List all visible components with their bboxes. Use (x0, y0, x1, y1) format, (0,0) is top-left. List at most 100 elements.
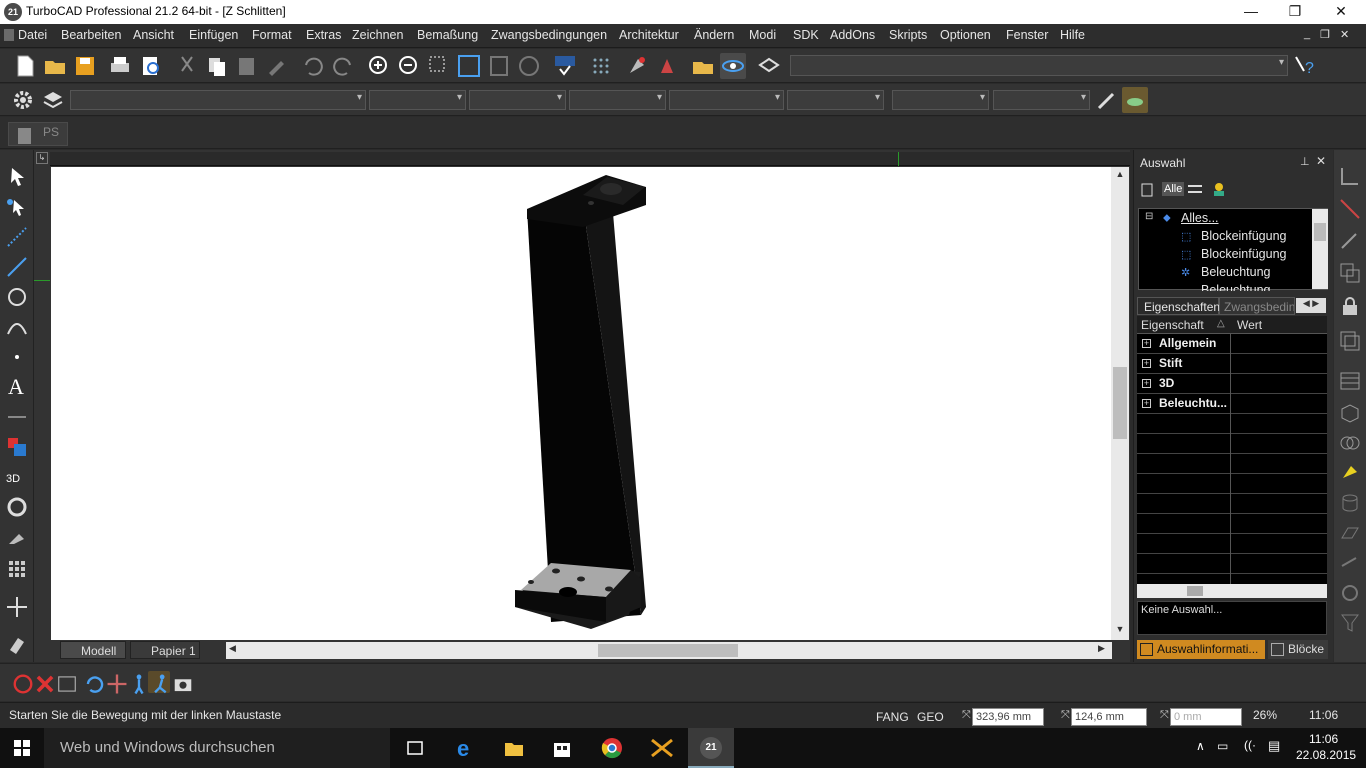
z-coordinate-field[interactable]: 0 mm (1170, 708, 1242, 726)
edge-browser-icon[interactable]: e (455, 736, 477, 761)
cancel-selection-icon[interactable] (10, 671, 33, 694)
paste-icon[interactable] (234, 53, 260, 79)
x-coordinate-field[interactable]: 323,96 mm (972, 708, 1044, 726)
notification-icon[interactable]: ▤ (1268, 738, 1280, 754)
panel-close-icon[interactable]: ✕ (1316, 154, 1326, 168)
command-combo[interactable] (790, 55, 1288, 76)
horizontal-scrollbar[interactable]: ◀ ▶ (226, 642, 1112, 659)
windows-start-icon[interactable] (14, 740, 30, 756)
modify-icon[interactable] (4, 526, 30, 552)
network-icon[interactable]: ((· (1244, 738, 1256, 752)
material-icon[interactable] (654, 53, 680, 79)
menu-zwangsbedingungen[interactable]: Zwangsbedingungen (491, 28, 607, 42)
property-hscroll[interactable] (1137, 584, 1327, 598)
y-coordinate-field[interactable]: 124,6 mm (1071, 708, 1147, 726)
print-icon[interactable] (107, 53, 133, 79)
zoom-window-icon[interactable] (426, 53, 452, 79)
diagonal-tool-icon[interactable] (1337, 196, 1363, 222)
zoom-level[interactable]: 26% (1253, 708, 1277, 722)
pattern-icon[interactable] (4, 556, 30, 582)
save-icon[interactable] (72, 53, 98, 79)
tray-device-icon[interactable]: ▭ (1217, 739, 1228, 753)
property-hscroll-thumb[interactable] (1187, 586, 1203, 596)
menu-bearbeiten[interactable]: Bearbeiten (61, 28, 121, 42)
vertical-scrollbar[interactable]: ▲ ▼ (1111, 167, 1129, 640)
menu-bemassung[interactable]: Bemaßung (417, 28, 478, 42)
color-combo[interactable] (369, 90, 466, 110)
tree-scroll-thumb[interactable] (1314, 223, 1326, 241)
menu-architektur[interactable]: Architektur (619, 28, 679, 42)
tab-selection-info[interactable]: Auswahlinformati... (1137, 640, 1265, 659)
menu-fenster[interactable]: Fenster (1006, 28, 1048, 42)
funnel-icon[interactable] (1337, 610, 1363, 636)
zoom-out-icon[interactable] (396, 53, 422, 79)
tree-item-all[interactable]: Alles... (1181, 211, 1219, 225)
dimension-icon[interactable] (4, 404, 30, 430)
link-icon[interactable] (1337, 550, 1363, 576)
spell-check-icon[interactable] (552, 53, 578, 79)
doc-close-button[interactable]: ✕ (1340, 28, 1349, 41)
collapse-icon[interactable]: ⊟ (1145, 211, 1153, 222)
group-3d[interactable]: +3D (1137, 374, 1327, 394)
zoom-all-icon[interactable] (516, 53, 542, 79)
help-icon[interactable]: ? (1292, 53, 1318, 79)
selection-info-icon[interactable] (1140, 180, 1158, 198)
menu-einfuegen[interactable]: Einfügen (189, 28, 238, 42)
edit-tool-icon[interactable] (4, 194, 30, 220)
lock-icon[interactable] (1337, 294, 1363, 320)
text-icon[interactable]: A (4, 372, 30, 399)
ruler-corner-icon[interactable]: ↳ (36, 152, 48, 164)
print-preview-icon[interactable] (138, 53, 164, 79)
fill-combo[interactable] (892, 90, 989, 110)
expand-icon[interactable]: + (1142, 379, 1151, 388)
layer-color-icon[interactable] (4, 434, 30, 460)
expand-icon[interactable]: + (1142, 359, 1151, 368)
line-icon[interactable] (4, 254, 30, 280)
vertical-scroll-thumb[interactable] (1113, 367, 1127, 439)
transparency-combo[interactable] (993, 90, 1090, 110)
scroll-up-icon[interactable]: ▲ (1112, 169, 1128, 183)
camera-icon[interactable] (170, 671, 192, 693)
menu-addons[interactable]: AddOns (830, 28, 875, 42)
group-stift[interactable]: + Stift (1137, 354, 1327, 374)
material-cup-icon[interactable] (1122, 87, 1148, 113)
linestyle-combo[interactable] (469, 90, 566, 110)
tray-chevron-icon[interactable]: ∧ (1196, 739, 1205, 753)
snap-tool-icon[interactable] (1337, 164, 1363, 190)
select-arrow-icon[interactable] (4, 164, 30, 190)
tree-item[interactable]: Beleuchtung (1201, 265, 1271, 279)
tab-scroll-arrows[interactable]: ◀ ▶ (1296, 298, 1326, 313)
zoom-extents-icon[interactable] (456, 53, 482, 79)
pattern-combo[interactable] (787, 90, 884, 110)
expand-icon[interactable]: + (1142, 399, 1151, 408)
point-line-icon[interactable] (4, 224, 30, 250)
shape-icon[interactable] (1337, 520, 1363, 546)
rotate-view-icon[interactable] (82, 671, 104, 693)
col-value[interactable]: Wert (1237, 318, 1262, 332)
scroll-down-icon[interactable]: ▼ (1112, 624, 1128, 638)
orbit-icon[interactable] (720, 53, 746, 79)
filter-type-icon[interactable] (1186, 180, 1204, 198)
group-allgemein[interactable]: + Allgemein (1137, 334, 1327, 354)
copy-icon[interactable] (204, 53, 230, 79)
cut-icon[interactable] (174, 53, 200, 79)
move-icon[interactable] (4, 594, 30, 620)
new-file-icon[interactable] (12, 53, 38, 79)
undo-icon[interactable] (300, 53, 326, 79)
tab-zwangsbedingungen[interactable]: Zwangsbeding (1219, 297, 1295, 315)
menu-skripts[interactable]: Skripts (889, 28, 927, 42)
design-director-icon[interactable] (690, 53, 716, 79)
arc-icon[interactable] (4, 314, 30, 340)
file-explorer-icon[interactable] (503, 737, 525, 759)
delete-icon[interactable] (32, 671, 54, 693)
doc-restore-button[interactable]: ❐ (1320, 28, 1330, 41)
menu-extras[interactable]: Extras (306, 28, 341, 42)
menu-hilfe[interactable]: Hilfe (1060, 28, 1085, 42)
tree-scrollbar[interactable] (1312, 209, 1328, 289)
menu-datei[interactable]: Datei (18, 28, 47, 42)
walk-icon[interactable] (126, 671, 148, 695)
circle-icon[interactable] (4, 284, 30, 310)
table-icon[interactable] (1337, 368, 1363, 394)
solid-union-icon[interactable] (1337, 430, 1363, 456)
copy-tool-icon[interactable] (1337, 260, 1363, 286)
